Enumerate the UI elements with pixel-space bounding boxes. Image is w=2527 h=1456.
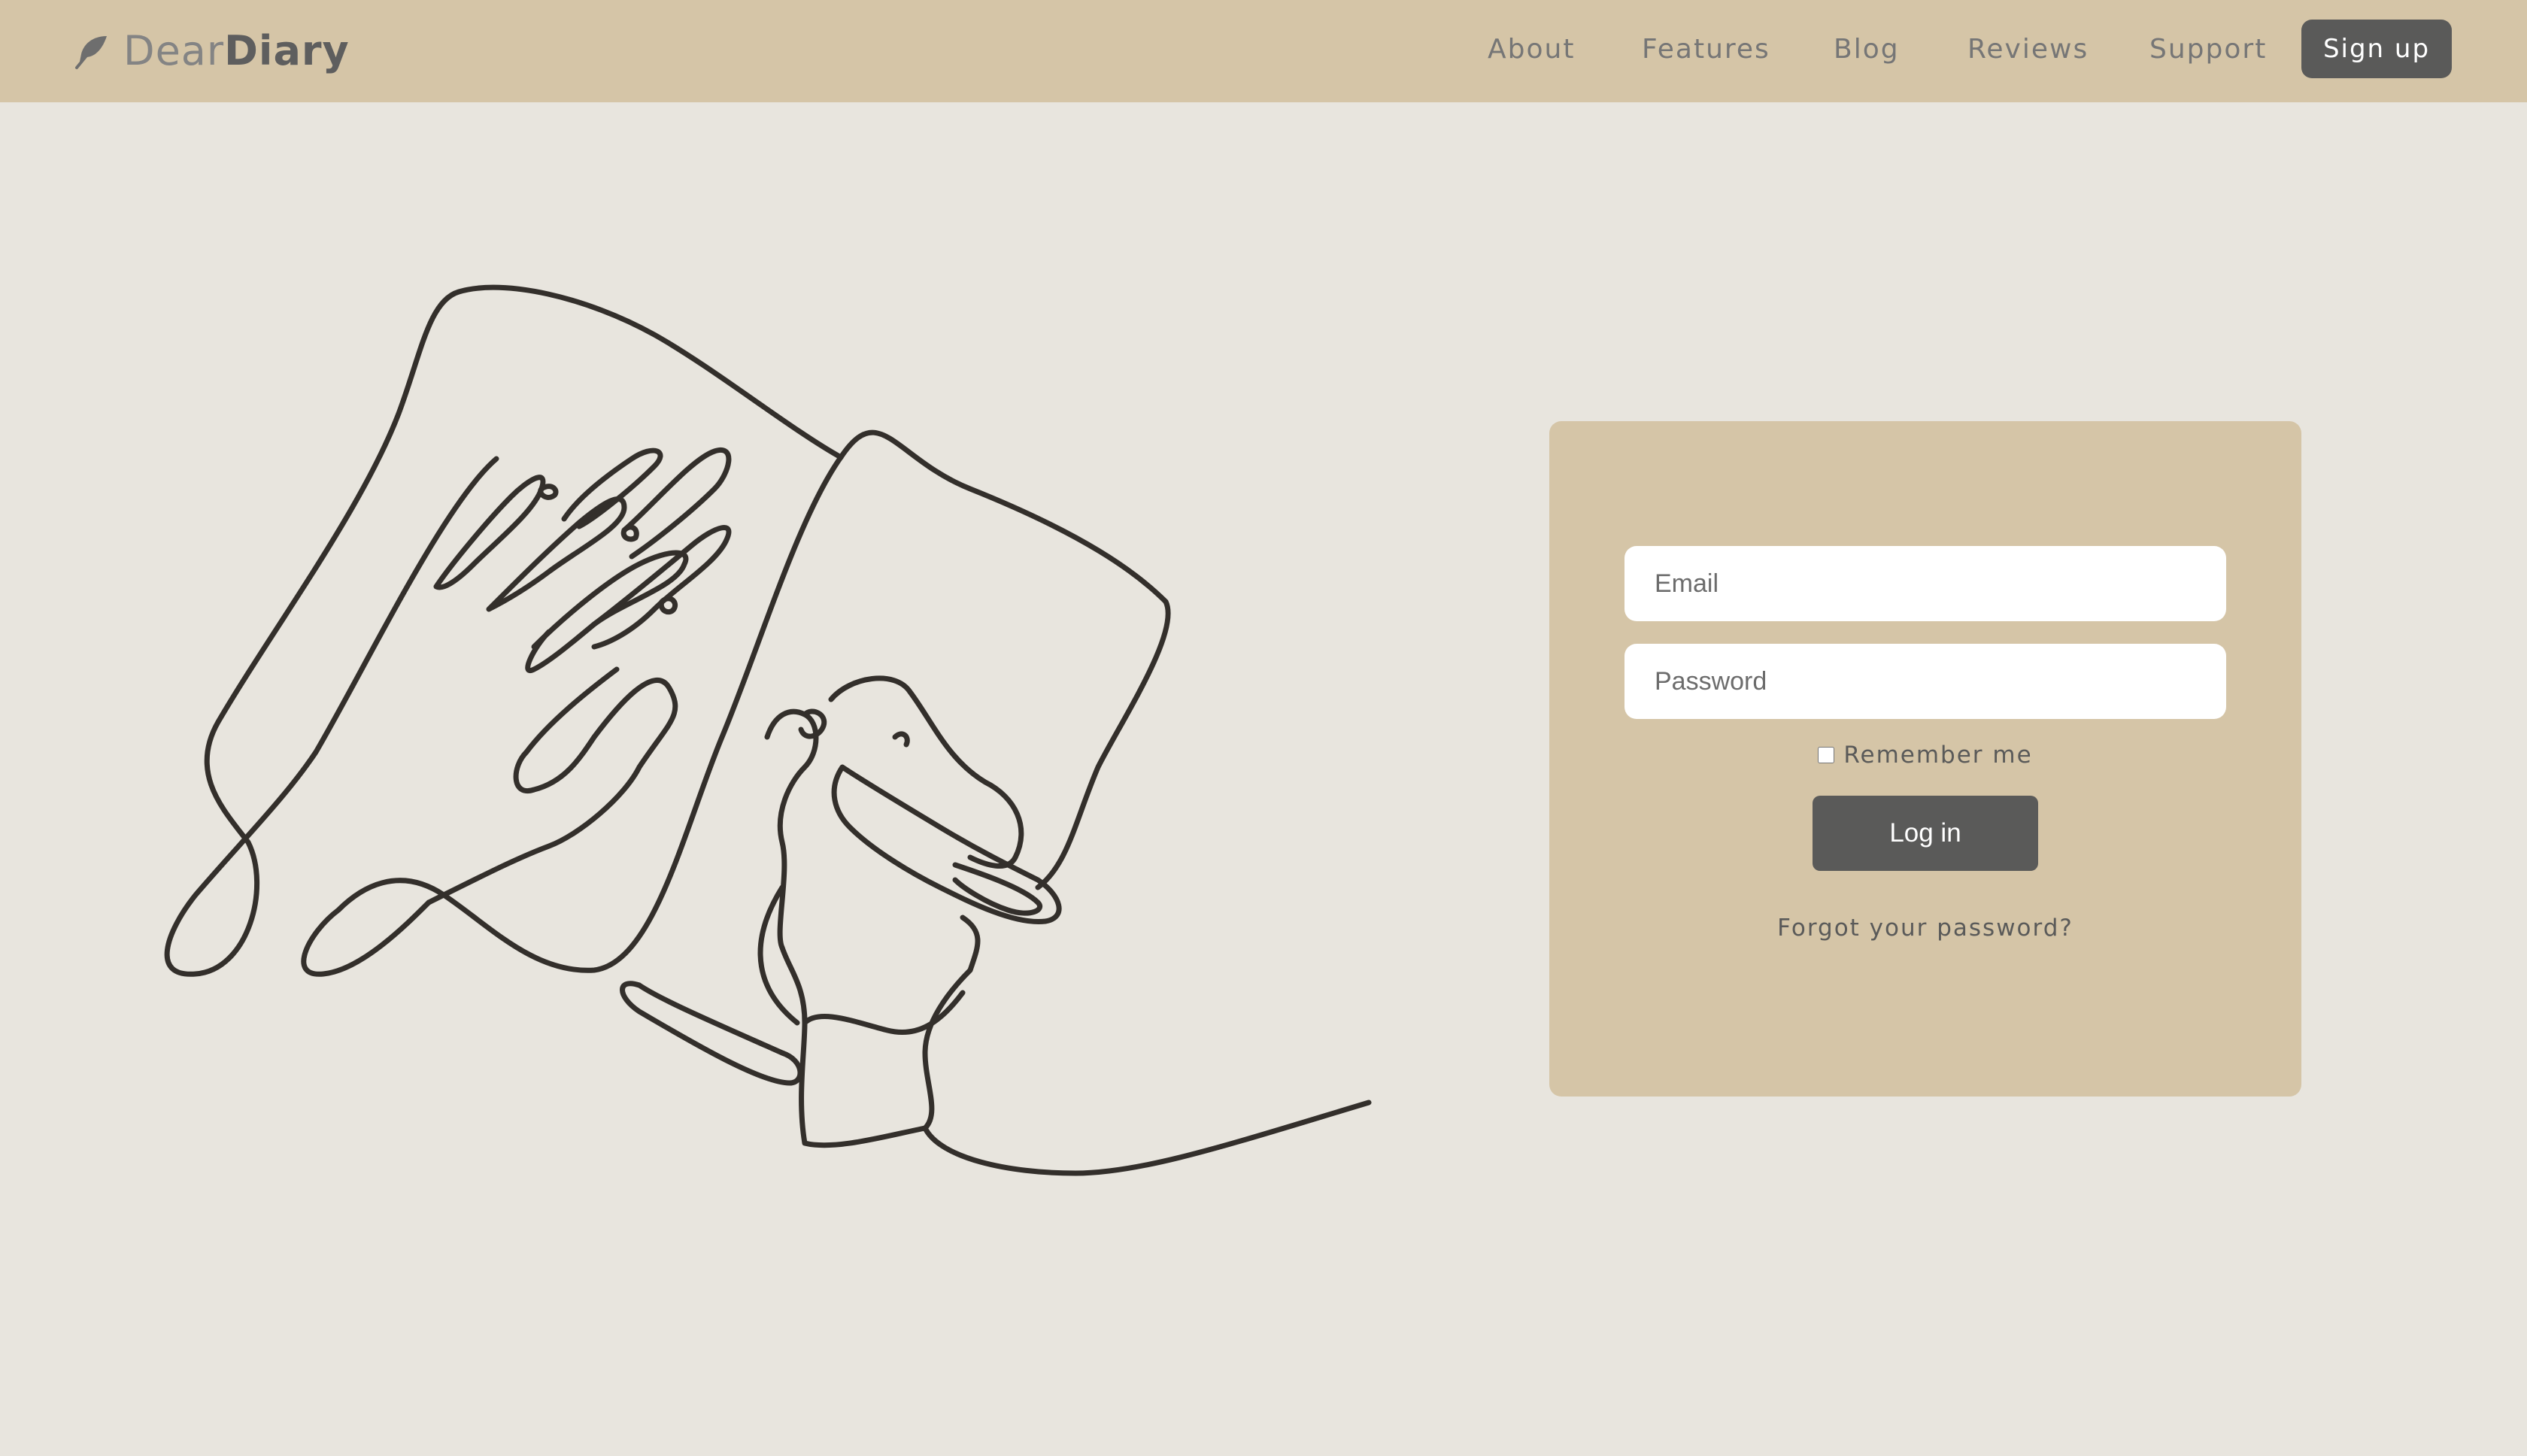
nav-support-link[interactable]: Support [2149,32,2267,68]
nav-blog-link[interactable]: Blog [1834,32,1900,68]
feather-icon [75,36,107,69]
brand-name: DearDiary [123,31,350,71]
brand-name-light: Dear [123,27,225,74]
nav-about-link[interactable]: About [1488,32,1575,68]
login-button[interactable]: Log in [1813,796,2038,871]
brand-logo[interactable]: DearDiary [72,23,350,80]
remember-me-label[interactable]: Remember me [1843,742,2032,769]
signup-button[interactable]: Sign up [2301,20,2452,78]
journal-writing-illustration [164,284,1372,1176]
top-navbar: DearDiary About Features Blog Reviews Su… [0,0,2527,102]
forgot-password-link[interactable]: Forgot your password? [1549,915,2301,942]
brand-name-bold: Diary [224,27,350,74]
remember-me-row: Remember me [1549,742,2301,769]
nav-features-link[interactable]: Features [1642,32,1770,68]
password-field[interactable] [1624,644,2226,719]
remember-me-checkbox[interactable] [1818,747,1835,763]
login-card: Remember me Log in Forgot your password? [1549,421,2301,1097]
email-field[interactable] [1624,546,2226,621]
page: DearDiary About Features Blog Reviews Su… [0,0,2527,1456]
nav-reviews-link[interactable]: Reviews [1967,32,2089,68]
